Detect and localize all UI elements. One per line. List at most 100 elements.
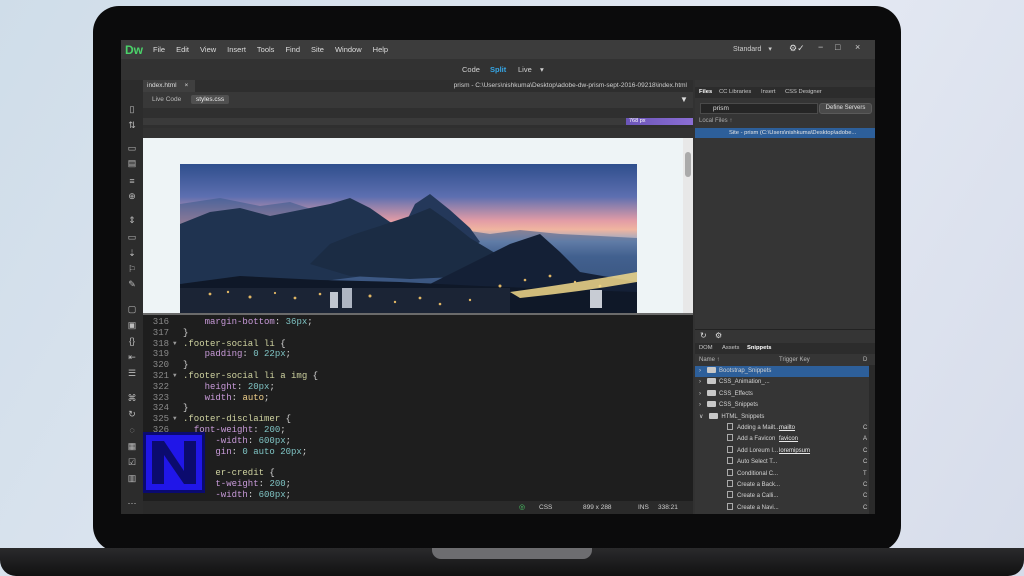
filter-icon[interactable]: ⚐ [126, 264, 138, 275]
chevron-down-icon[interactable]: ∨ [699, 414, 703, 420]
tab-assets[interactable]: Assets [722, 345, 739, 351]
local-files-header[interactable]: Local Files ↑ [699, 118, 732, 124]
site-root-row[interactable]: Site - prism (C:\Users\nishkuma\Desktop\… [695, 128, 875, 138]
code-line[interactable]: 326 font-weight: 200; [143, 425, 693, 436]
chevron-right-icon[interactable]: › [699, 368, 701, 374]
snippet-row[interactable]: Add a Favicon favicon A [695, 434, 869, 445]
snippet-row[interactable]: Adding a Mailt... mailto C [695, 423, 869, 434]
column-trigger-key[interactable]: Trigger Key [779, 357, 810, 363]
insert-icon[interactable]: ▦ [126, 441, 138, 452]
snippet-row[interactable]: Conditional C... T [695, 468, 869, 480]
no-errors-icon[interactable]: ◎ [519, 503, 525, 511]
snippet-row[interactable]: Create a Navi... C [695, 502, 869, 514]
menu-help[interactable]: Help [373, 45, 388, 54]
code-line[interactable]: 318 ▼ .footer-social li { [143, 339, 693, 350]
chevron-down-icon[interactable]: ▾ [540, 65, 544, 74]
fold-icon[interactable]: ▼ [173, 339, 177, 350]
format-icon[interactable]: ≡ [126, 176, 138, 187]
image-icon[interactable]: ▭ [126, 232, 138, 243]
code-line[interactable]: -width: 600px; [143, 490, 693, 501]
split-view-button[interactable]: Split [490, 65, 506, 74]
snippet-row[interactable]: Create a Back... C [695, 480, 869, 491]
snippet-row[interactable]: Create a Calli... C [695, 491, 869, 502]
code-line[interactable]: 323 width: auto; [143, 393, 693, 404]
snippet-row[interactable]: Add Loreum I... loremipsum C [695, 445, 869, 457]
column-name[interactable]: Name ↑ [699, 357, 720, 363]
document-type[interactable]: CSS [539, 504, 552, 511]
expand-icon[interactable]: ⇕ [126, 215, 138, 226]
tab-dom[interactable]: DOM [699, 345, 713, 351]
filter-icon[interactable]: ▼ [680, 95, 688, 104]
snippets-scrollbar[interactable] [869, 365, 875, 514]
chevron-right-icon[interactable]: › [699, 391, 701, 397]
menu-window[interactable]: Window [335, 45, 362, 54]
menu-view[interactable]: View [200, 45, 216, 54]
code-line[interactable]: 321 ▼ .footer-social li a img { [143, 371, 693, 382]
code-line[interactable]: 325 ▼ .footer-disclaimer { [143, 414, 693, 425]
close-icon[interactable]: × [184, 82, 188, 89]
tab-cc-libraries[interactable]: CC Libraries [719, 89, 751, 95]
code-line[interactable]: -width: 600px; [143, 436, 693, 447]
code-line[interactable]: 316 margin-bottom: 36px; [143, 317, 693, 328]
collapse-icon[interactable]: ⇣ [126, 248, 138, 259]
brush-icon[interactable]: ✎ [126, 279, 138, 290]
sort-icon[interactable]: ⇅ [126, 120, 138, 131]
snippet-row[interactable]: ∨ HTML_Snippets [695, 412, 869, 423]
snippet-row[interactable]: › CSS_Animation_... [695, 377, 869, 388]
check-icon[interactable]: ☑ [126, 457, 138, 468]
snippet-row[interactable]: › Bootstrap_Snippets [695, 366, 869, 378]
refresh-icon[interactable]: ↻ [700, 331, 707, 340]
comment-icon[interactable]: ▢ [126, 304, 138, 315]
connect-icon[interactable]: ⚙ [715, 331, 722, 340]
chevron-right-icon[interactable]: › [699, 379, 701, 385]
code-line[interactable]: gin: 0 auto 20px; [143, 447, 693, 458]
live-view-button[interactable]: Live [518, 65, 532, 74]
menu-edit[interactable]: Edit [176, 45, 189, 54]
live-view-scrollbar[interactable] [683, 138, 693, 313]
new-file-icon[interactable]: ▯ [126, 104, 138, 115]
menu-tools[interactable]: Tools [257, 45, 275, 54]
wrap-icon[interactable]: ↻ [126, 409, 138, 420]
braces-icon[interactable]: {} [126, 336, 138, 347]
fold-icon[interactable]: ▼ [173, 414, 177, 425]
live-code-icon[interactable]: ▭ [126, 143, 138, 154]
menu-find[interactable]: Find [285, 45, 300, 54]
close-icon[interactable]: × [855, 42, 860, 52]
site-select[interactable]: prism [700, 103, 818, 114]
code-line[interactable]: 320} [143, 360, 693, 371]
code-hint-icon[interactable]: ◌ [126, 425, 138, 436]
menu-site[interactable]: Site [311, 45, 324, 54]
code-editor[interactable]: 316 margin-bottom: 36px; 317} 318 ▼ .footer-… [143, 315, 693, 501]
minimize-icon[interactable]: − [818, 42, 823, 52]
code-line[interactable]: 324} [143, 403, 693, 414]
code-view-button[interactable]: Code [462, 65, 480, 74]
code-line[interactable]: 319 padding: 0 22px; [143, 349, 693, 360]
chevron-right-icon[interactable]: › [699, 402, 701, 408]
inspect-icon[interactable]: ▤ [126, 158, 138, 169]
define-servers-button[interactable]: Define Servers [819, 103, 872, 114]
code-line[interactable]: 322 height: 20px; [143, 382, 693, 393]
menu-file[interactable]: File [153, 45, 165, 54]
snippet-row[interactable]: › CSS_Snippets [695, 400, 869, 411]
menu-insert[interactable]: Insert [227, 45, 246, 54]
list-icon[interactable]: ☰ [126, 368, 138, 379]
workspace-switcher[interactable]: Standard ▾ [733, 45, 772, 53]
chart-icon[interactable]: ▥ [126, 473, 138, 484]
related-file-live-code[interactable]: Live Code [147, 95, 186, 104]
tab-insert[interactable]: Insert [761, 89, 776, 95]
indent-icon[interactable]: ⇤ [126, 352, 138, 363]
code-line[interactable]: er-credit { [143, 468, 693, 479]
fold-icon[interactable]: ▼ [173, 371, 177, 382]
maximize-icon[interactable]: □ [835, 42, 840, 52]
snippet-row[interactable]: Auto Select T... C [695, 457, 869, 468]
live-view-pane[interactable] [143, 138, 683, 313]
code-line[interactable] [143, 457, 693, 468]
sync-settings-icon[interactable]: ⚙✓ [789, 43, 805, 54]
window-size[interactable]: 899 x 288 [583, 504, 612, 511]
tab-index-html[interactable]: index.html × [143, 80, 195, 92]
code-line[interactable]: 317} [143, 328, 693, 339]
chat-icon[interactable]: ▣ [126, 320, 138, 331]
target-icon[interactable]: ⊕ [126, 191, 138, 202]
tab-snippets[interactable]: Snippets [747, 345, 771, 351]
more-icon[interactable]: ⋯ [126, 498, 138, 509]
